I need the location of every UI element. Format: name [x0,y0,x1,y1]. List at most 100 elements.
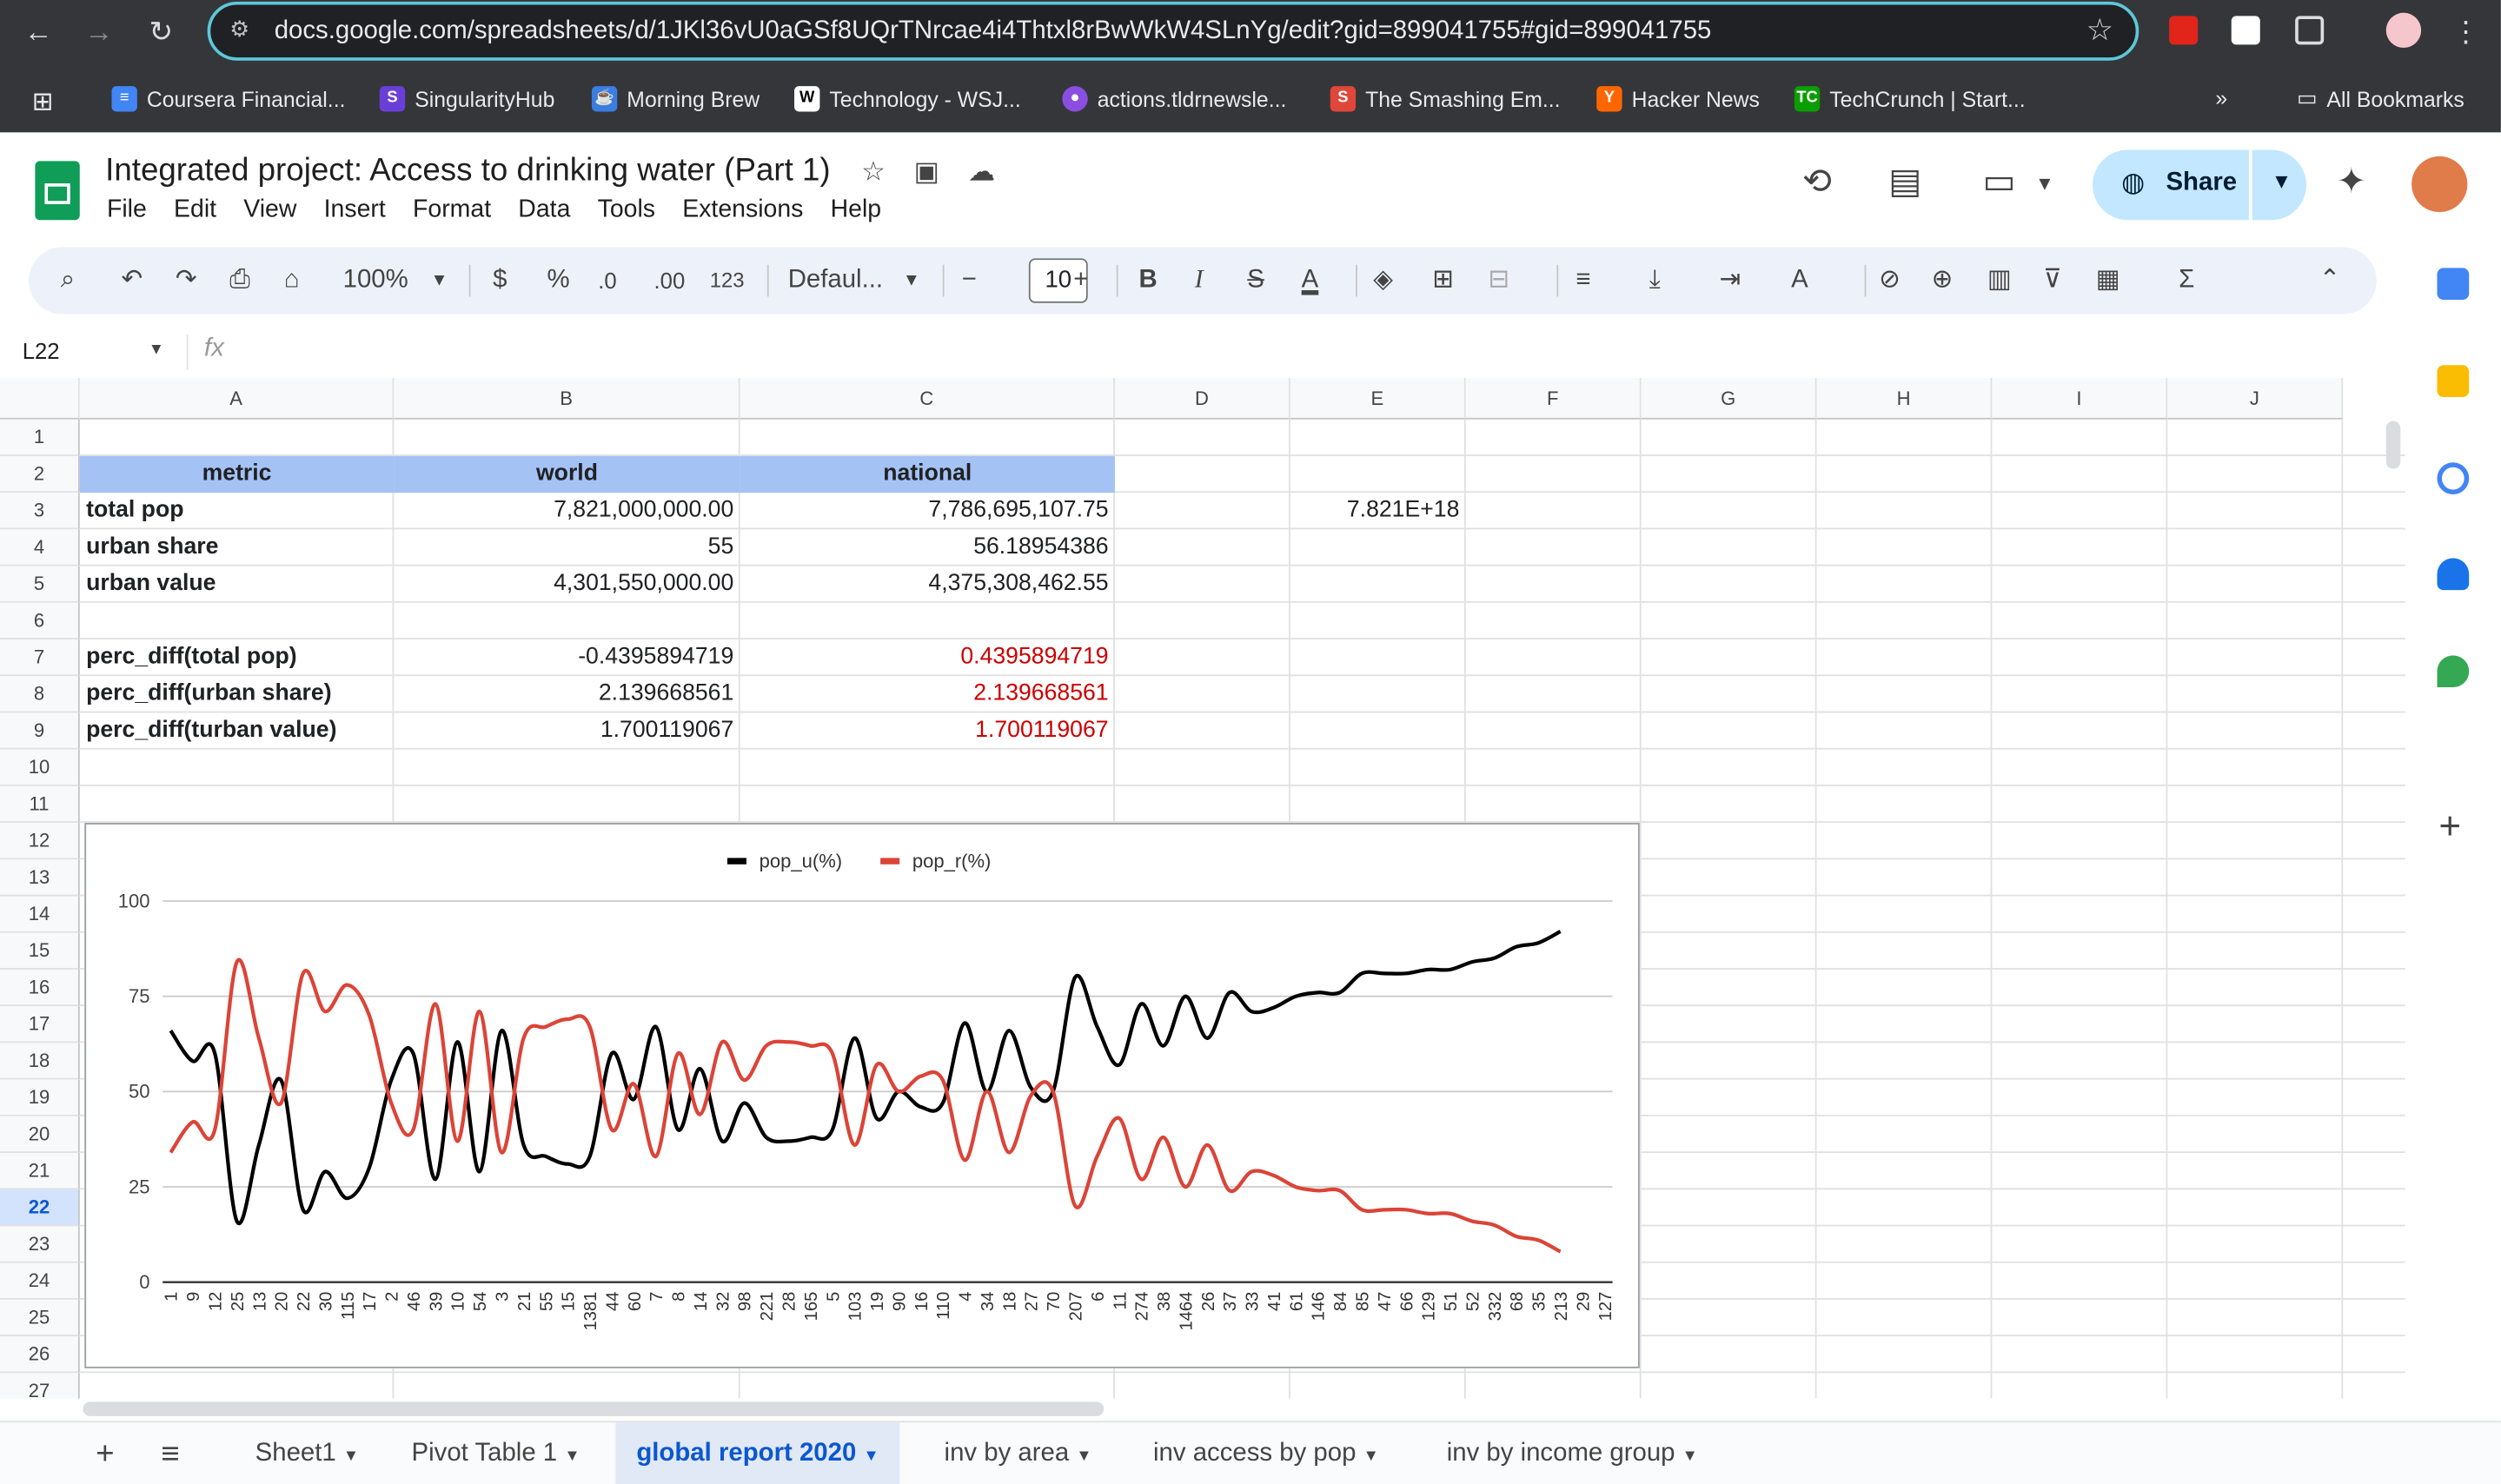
undo-icon[interactable]: ↶ [121,265,143,297]
cell-world[interactable]: 55 [394,529,740,566]
cell-national[interactable]: 0.4395894719 [740,639,1115,676]
text-rotation-icon[interactable]: A [1791,265,1808,297]
row-header-7[interactable]: 7 [0,639,80,677]
font-dropdown-icon[interactable]: ▼ [903,265,920,297]
formula-input[interactable] [239,338,2376,370]
back-icon[interactable]: ← [19,13,57,51]
cell-world[interactable]: 4,301,550,000.00 [394,566,740,603]
functions-icon[interactable]: Σ [2179,265,2194,297]
bookmark-item[interactable]: ≡ Coursera Financial... [111,86,345,112]
apps-grid-icon[interactable]: ⊞ [32,86,54,118]
extension-pdf-icon[interactable] [2169,16,2199,45]
bookmark-item[interactable]: ● actions.tldrnewsle... [1062,86,1286,112]
menu-tools[interactable]: Tools [598,196,655,225]
increase-font-size-button[interactable]: + [1073,265,1088,297]
menu-help[interactable]: Help [831,196,882,225]
bookmark-star-icon[interactable]: ☆ [2086,13,2113,50]
horizontal-scrollbar[interactable] [83,1401,1105,1416]
add-addon-icon[interactable]: + [2438,805,2461,850]
cell-national[interactable]: 7,786,695,107.75 [740,493,1115,529]
row-header-12[interactable]: 12 [0,823,80,860]
bookmark-item[interactable]: S The Smashing Em... [1330,86,1561,112]
row-header-21[interactable]: 21 [0,1152,80,1190]
menu-view[interactable]: View [243,196,296,225]
add-sheet-button[interactable]: + [96,1422,114,1484]
text-wrapping-icon[interactable]: ⇥ [1720,265,1741,297]
bold-button[interactable]: B [1138,265,1157,297]
search-menus-icon[interactable]: ⌕ [61,265,75,297]
document-title[interactable]: Integrated project: Access to drinking w… [105,153,831,189]
all-sheets-menu-icon[interactable]: ≡ [161,1422,179,1484]
name-box[interactable]: L22 [23,338,60,363]
menu-file[interactable]: File [107,196,147,225]
cell-e3[interactable]: 7.821E+18 [1290,493,1466,529]
sheet-tab[interactable]: Pivot Table 1 ▼ [412,1422,580,1484]
column-header-b[interactable]: B [394,377,740,420]
collapse-toolbar-icon[interactable]: ⌃ [2319,265,2341,297]
decrease-font-size-button[interactable]: − [962,265,977,297]
insert-link-icon[interactable]: ⊘ [1879,265,1901,297]
row-header-22[interactable]: 22 [0,1189,80,1227]
column-header-i[interactable]: I [1992,377,2168,420]
row-header-23[interactable]: 23 [0,1226,80,1263]
bookmark-item[interactable]: W Technology - WSJ... [794,86,1021,112]
avatar[interactable] [2411,156,2468,213]
zoom-dropdown-icon[interactable]: ▼ [431,265,448,297]
header-world[interactable]: world [394,455,740,494]
row-header-5[interactable]: 5 [0,566,80,603]
keep-icon[interactable] [2437,365,2470,398]
column-header-g[interactable]: G [1641,377,1817,420]
forward-icon[interactable]: → [80,13,118,51]
menu-edit[interactable]: Edit [174,196,216,225]
cell-metric[interactable]: total pop [80,493,395,529]
gemini-icon[interactable]: ✦ [2337,161,2366,202]
url-text[interactable]: docs.google.com/spreadsheets/d/1JKl36vU0… [275,17,1712,46]
cell-national[interactable]: 1.700119067 [740,712,1115,749]
bookmark-item[interactable]: ☕ Morning Brew [591,86,760,112]
sheet-tab[interactable]: inv by area ▼ [945,1422,1092,1484]
column-header-j[interactable]: J [2167,377,2344,420]
row-header-20[interactable]: 20 [0,1116,80,1153]
column-header-e[interactable]: E [1290,377,1466,420]
row-header-6[interactable]: 6 [0,602,80,639]
currency-format-button[interactable]: $ [493,265,507,297]
star-icon[interactable]: ☆ [861,156,886,189]
fill-color-icon[interactable]: ◈ [1373,265,1393,297]
sheet-tab[interactable]: Sheet1 ▼ [255,1422,359,1484]
bookmark-item[interactable]: S SingularityHub [379,86,554,112]
reload-icon[interactable]: ↻ [142,13,180,51]
row-header-1[interactable]: 1 [0,419,80,456]
tasks-icon[interactable] [2437,462,2470,494]
increase-decimal-button[interactable]: .00 [654,265,686,297]
paint-format-icon[interactable]: ⌂ [284,265,300,297]
row-header-3[interactable]: 3 [0,493,80,530]
cell-metric[interactable]: perc_diff(turban value) [80,712,395,749]
share-button[interactable]: ◍ Share ▼ [2093,149,2306,221]
extensions-puzzle-icon[interactable] [2295,16,2325,45]
comments-icon[interactable]: ▤ [1888,161,1921,202]
percent-format-button[interactable]: % [547,265,570,297]
menu-format[interactable]: Format [413,196,491,225]
browser-menu-icon[interactable]: ⋮ [2447,13,2485,51]
contacts-icon[interactable] [2437,558,2470,591]
column-header-h[interactable]: H [1816,377,1993,420]
meet-dropdown-icon[interactable]: ▼ [2035,172,2054,195]
header-metric[interactable]: metric [79,455,395,494]
redo-icon[interactable]: ↷ [176,265,197,297]
menu-extensions[interactable]: Extensions [682,196,803,225]
vertical-scrollbar[interactable] [2385,421,2401,469]
row-header-27[interactable]: 27 [0,1373,80,1399]
insert-chart-icon[interactable]: ▥ [1987,265,2012,297]
maps-icon[interactable] [2437,655,2470,688]
cell-national[interactable]: 56.18954386 [740,529,1115,566]
header-national[interactable]: national [740,455,1115,494]
cell-world[interactable]: -0.4395894719 [394,639,740,676]
cell-metric[interactable]: urban value [80,566,395,603]
cell-metric[interactable]: perc_diff(urban share) [80,676,395,712]
decrease-decimal-button[interactable]: .0 [598,265,616,297]
merge-cells-icon[interactable]: ⊟ [1488,265,1509,297]
share-dropdown-icon[interactable]: ▼ [2272,169,2292,194]
print-icon[interactable]: ⎙ [229,265,250,297]
horizontal-align-icon[interactable]: ≡ [1576,265,1590,297]
meet-camera-icon[interactable]: ▭ [1982,161,2015,202]
